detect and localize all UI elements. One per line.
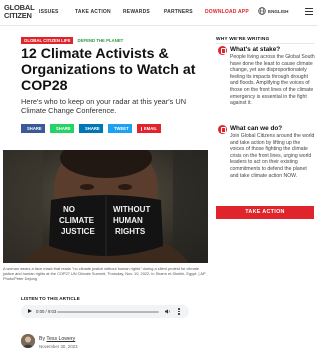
more-options-icon[interactable]	[178, 308, 180, 315]
facebook-share-button[interactable]: SHARE	[21, 124, 45, 133]
svg-text:RIGHTS: RIGHTS	[115, 227, 146, 236]
protester-mask-illustration: NO CLIMATE JUSTICE WITHOUT HUMAN RIGHTS	[3, 150, 208, 263]
globe-icon[interactable]	[258, 7, 266, 15]
whats-at-stake-title: What's at stake?	[230, 46, 281, 53]
article-subtitle: Here's who to keep on your radar at this…	[21, 97, 187, 115]
divider	[216, 43, 314, 44]
nav-rewards[interactable]: REWARDS	[123, 9, 150, 15]
share-bar: SHARE SHARE SHARE TWEET EMAIL	[21, 124, 161, 133]
question-icon	[218, 46, 227, 55]
listen-label: LISTEN TO THIS ARTICLE	[21, 296, 80, 301]
why-were-writing-heading: WHY WE'RE WRITING	[216, 37, 270, 42]
photo-caption: A woman wears a face mask that reads "no…	[3, 266, 206, 281]
author-avatar[interactable]	[21, 334, 35, 348]
play-icon[interactable]	[28, 309, 32, 313]
action-icon	[218, 125, 227, 134]
player-time: 0:00 / 9:03	[36, 309, 57, 314]
hamburger-menu-icon[interactable]	[305, 8, 313, 15]
tag-global-citizen-life[interactable]: GLOBAL CITIZEN LIFE	[21, 37, 74, 44]
audio-player[interactable]: 0:00 / 9:03	[21, 305, 189, 318]
nav-take-action[interactable]: TAKE ACTION	[75, 9, 111, 15]
author-byline: By Tess Lowery November 30, 2023	[21, 334, 211, 350]
what-can-we-do-title: What can we do?	[230, 125, 283, 132]
byline: By Tess Lowery	[39, 336, 76, 342]
svg-text:HUMAN: HUMAN	[113, 216, 143, 225]
mask-text-left: NO	[63, 205, 75, 214]
player-progress-track[interactable]	[57, 311, 159, 313]
logo-line2: CITIZEN	[4, 11, 32, 20]
article-title: 12 Climate Activists & Organizations to …	[21, 46, 196, 94]
author-name-link[interactable]: Tess Lowery	[46, 336, 75, 342]
svg-text:CLIMATE: CLIMATE	[59, 216, 95, 225]
nav-issues[interactable]: ISSUES	[39, 9, 59, 15]
site-header: GLOBAL CITIZEN ISSUES TAKE ACTION REWARD…	[0, 0, 318, 26]
take-action-button[interactable]: TAKE ACTION	[216, 206, 314, 219]
twitter-share-button[interactable]: TWEET	[108, 124, 132, 133]
global-citizen-logo[interactable]: GLOBAL CITIZEN	[4, 4, 35, 20]
nav-download-app[interactable]: DOWNLOAD APP	[205, 9, 249, 15]
linkedin-share-button[interactable]: SHARE	[79, 124, 103, 133]
language-selector[interactable]: ENGLISH	[268, 9, 288, 14]
publish-date: November 30, 2023	[39, 344, 78, 349]
mask-text-right: WITHOUT	[113, 205, 150, 214]
svg-text:JUSTICE: JUSTICE	[61, 227, 95, 236]
tag-defend-the-planet[interactable]: DEFEND THE PLANET	[77, 38, 123, 43]
email-share-button[interactable]: EMAIL	[137, 124, 161, 133]
email-icon	[141, 126, 142, 131]
whatsapp-share-button[interactable]: SHARE	[50, 124, 74, 133]
whats-at-stake-body: People living across the Global South ha…	[230, 54, 315, 107]
nav-partners[interactable]: PARTNERS	[164, 9, 193, 15]
volume-icon[interactable]	[165, 309, 171, 314]
what-can-we-do-body: Join Global Citizens around the world an…	[230, 133, 315, 179]
hero-photo: NO CLIMATE JUSTICE WITHOUT HUMAN RIGHTS	[3, 150, 208, 263]
article-tags: GLOBAL CITIZEN LIFE DEFEND THE PLANET	[21, 37, 123, 44]
